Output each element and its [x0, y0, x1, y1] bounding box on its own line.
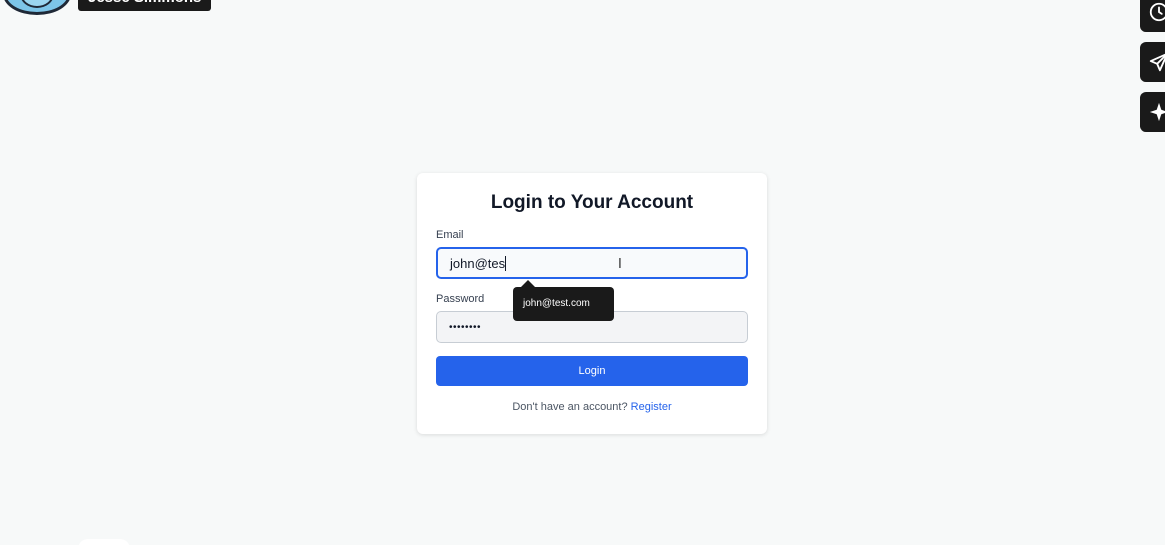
page-title: Login to Your Account [490, 192, 694, 213]
history-button[interactable] [1140, 0, 1165, 32]
floating-widget [78, 539, 130, 545]
email-label: Email [436, 229, 464, 241]
sparkle-icon [1149, 102, 1165, 122]
ai-assist-button[interactable] [1140, 92, 1165, 132]
ibeam-cursor-icon: I [618, 257, 622, 272]
register-row: Don't have an account? Register [417, 401, 767, 413]
send-button[interactable] [1140, 42, 1165, 82]
user-name-badge: Jesse Simmons [78, 0, 212, 11]
register-prompt: Don't have an account? [512, 401, 628, 413]
clock-icon [1149, 2, 1165, 22]
email-value: john@tes [450, 255, 506, 271]
autocomplete-suggestion[interactable]: john@test.com [513, 280, 614, 321]
register-link[interactable]: Register [631, 401, 672, 413]
login-button[interactable]: Login [436, 356, 748, 386]
page: Jesse Simmons Login to Your Account Emai… [0, 0, 1165, 545]
send-icon [1149, 53, 1165, 72]
password-label: Password [436, 293, 485, 305]
login-card: Login to Your Account Email john@tes I j… [417, 173, 767, 434]
email-field[interactable]: john@tes I [436, 247, 748, 279]
password-value: •••••••• [449, 321, 482, 333]
text-caret [505, 255, 507, 271]
avatar [3, 0, 71, 15]
